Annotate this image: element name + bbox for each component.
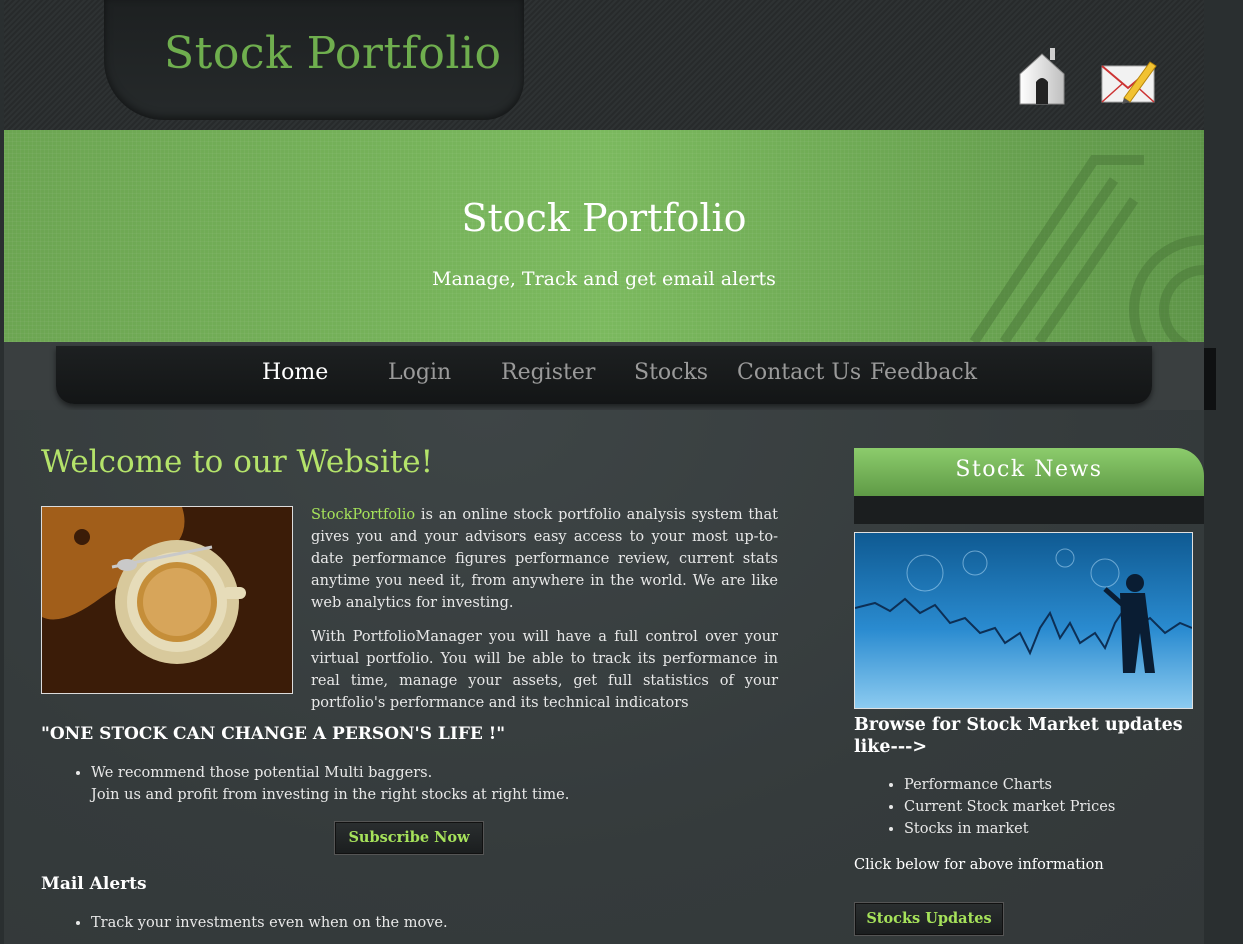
nav-item-stocks[interactable]: Stocks bbox=[634, 360, 708, 385]
list-item: Current Stock market Prices bbox=[904, 796, 1243, 818]
main-nav: Home Login Register Stocks Contact Us Fe… bbox=[4, 342, 1204, 410]
click-instruction: Click below for above information bbox=[854, 857, 1104, 873]
nav-item-login[interactable]: Login bbox=[388, 360, 451, 385]
site-title[interactable]: Stock Portfolio bbox=[164, 28, 502, 79]
news-strip bbox=[854, 496, 1204, 524]
mail-alerts-list: Track your investments even when on the … bbox=[41, 912, 611, 934]
coffee-cup-image bbox=[41, 506, 293, 694]
intro-text: StockPortfolio is an online stock portfo… bbox=[311, 504, 778, 726]
subscribe-button[interactable]: Subscribe Now bbox=[334, 821, 484, 855]
nav-item-contact-us[interactable]: Contact Us bbox=[737, 360, 861, 385]
welcome-heading: Welcome to our Website! bbox=[41, 444, 434, 480]
list-item: Track your investments even when on the … bbox=[91, 912, 611, 934]
stock-news-title: Stock News bbox=[955, 457, 1103, 482]
nav-item-register[interactable]: Register bbox=[501, 360, 595, 385]
nav-item-home[interactable]: Home bbox=[262, 360, 328, 385]
banner-title: Stock Portfolio bbox=[461, 196, 747, 240]
nav-item-feedback[interactable]: Feedback bbox=[870, 360, 977, 385]
list-item: Performance Charts bbox=[904, 774, 1243, 796]
list-item: Stocks in market bbox=[904, 818, 1243, 840]
site-header: Stock Portfolio bbox=[4, 0, 1204, 134]
home-icon[interactable] bbox=[1014, 48, 1070, 105]
nav-bar bbox=[56, 346, 1152, 404]
browse-text: Browse for Stock Market updates like---> bbox=[854, 715, 1183, 757]
stocks-updates-button[interactable]: Stocks Updates bbox=[854, 902, 1004, 936]
stock-market-image bbox=[854, 532, 1193, 709]
updates-list: Performance Charts Current Stock market … bbox=[854, 774, 1243, 840]
banner-subtitle: Manage, Track and get email alerts bbox=[432, 268, 776, 290]
brand-link[interactable]: StockPortfolio bbox=[311, 507, 415, 523]
intro-paragraph-1: StockPortfolio is an online stock portfo… bbox=[311, 507, 778, 611]
hero-banner: Stock Portfolio Manage, Track and get em… bbox=[4, 130, 1204, 342]
page-edge bbox=[1204, 348, 1216, 410]
intro-paragraph-2: With PortfolioManager you will have a fu… bbox=[311, 629, 778, 711]
mail-alerts-heading: Mail Alerts bbox=[41, 874, 147, 894]
main-content: Welcome to our Website! StockPortfolio i… bbox=[4, 410, 1204, 944]
stock-news-header: Stock News bbox=[854, 448, 1204, 496]
list-item: We recommend those potential Multi bagge… bbox=[91, 762, 611, 806]
slogan-heading: "ONE STOCK CAN CHANGE A PERSON'S LIFE !" bbox=[41, 724, 506, 744]
mail-icon[interactable] bbox=[1100, 48, 1157, 104]
recommend-list: We recommend those potential Multi bagge… bbox=[41, 762, 611, 806]
